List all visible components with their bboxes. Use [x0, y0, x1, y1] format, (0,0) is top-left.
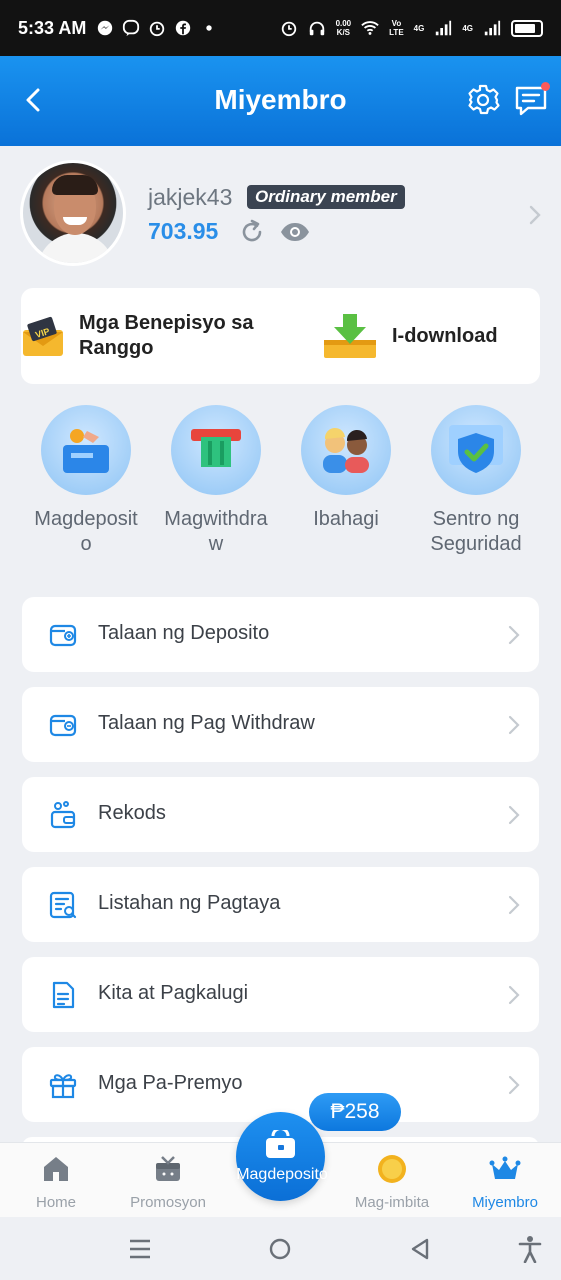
- deposit-icon: [41, 405, 131, 495]
- member-badge: Ordinary member: [247, 185, 405, 209]
- messenger-icon: [98, 20, 113, 36]
- tab-home[interactable]: Home: [1, 1143, 111, 1218]
- share-action[interactable]: Ibahagi: [286, 405, 406, 532]
- wifi-icon: [361, 21, 379, 35]
- signal-icon: [484, 20, 501, 36]
- vip-envelope-icon: VIP: [23, 316, 63, 356]
- accessibility-icon[interactable]: [518, 1235, 542, 1263]
- security-label: Sentro ng Seguridad: [430, 508, 522, 555]
- bet-list-row[interactable]: Listahan ng Pagtaya: [22, 867, 539, 942]
- tab-promotions[interactable]: Promosyon: [113, 1143, 223, 1218]
- withdraw-label: Magwithdraw: [164, 508, 268, 555]
- recent-apps-icon[interactable]: [128, 1238, 152, 1260]
- shortcut-card: VIP Mga Benepisyo sa Ranggo I-download: [21, 288, 540, 384]
- deposit-action[interactable]: Magdeposito: [26, 405, 146, 557]
- headphones-icon: [309, 21, 324, 36]
- avatar[interactable]: [20, 160, 126, 266]
- notification-dot: [541, 82, 550, 91]
- signal-icon: [436, 20, 452, 36]
- home-button-icon[interactable]: [268, 1237, 292, 1261]
- alarm-icon: [150, 21, 165, 37]
- records-row[interactable]: Rekods: [22, 777, 539, 852]
- system-nav-bar: [0, 1217, 561, 1280]
- profit-loss-row[interactable]: Kita at Pagkalugi: [22, 957, 539, 1032]
- dot-icon: [206, 25, 213, 31]
- share-label: Ibahagi: [313, 508, 379, 530]
- tab-invite[interactable]: Mag-imbita: [337, 1143, 447, 1218]
- chevron-right-icon: [508, 805, 520, 825]
- alarm-icon: [281, 21, 296, 37]
- withdraw-action[interactable]: Magwithdraw: [156, 405, 276, 557]
- gear-icon[interactable]: [466, 83, 500, 117]
- profit-loss-label: Kita at Pagkalugi: [98, 982, 249, 1004]
- tab-home-label: Home: [35, 1194, 76, 1211]
- rank-benefits-button[interactable]: VIP Mga Benepisyo sa Ranggo: [21, 311, 279, 361]
- tab-deposit-label[interactable]: Magdeposito: [230, 1166, 334, 1184]
- app-header: Miyembro: [0, 56, 561, 146]
- chevron-right-icon: [508, 985, 520, 1005]
- volte-indicator: Vo LTE: [389, 19, 404, 37]
- download-icon: [324, 314, 376, 358]
- records-icon: [50, 801, 76, 829]
- withdraw-icon: [171, 405, 261, 495]
- eye-icon[interactable]: [279, 220, 311, 244]
- username: jakjek43: [148, 184, 233, 210]
- signal-sim1: 4G: [413, 23, 425, 33]
- rewards-row[interactable]: Mga Pa-Premyo: [22, 1047, 539, 1122]
- signal-sim2: 4G: [462, 23, 473, 33]
- document-icon: [52, 981, 75, 1009]
- chevron-right-icon: [508, 625, 520, 645]
- refresh-icon[interactable]: [238, 218, 266, 246]
- download-label: I-download: [392, 324, 498, 347]
- chevron-right-icon: [508, 895, 520, 915]
- tab-invite-label: Mag-imbita: [354, 1194, 430, 1211]
- viber-icon: [123, 19, 140, 37]
- home-icon: [44, 1157, 68, 1181]
- balance-value: 703.95: [148, 218, 219, 244]
- chevron-right-icon: [508, 1075, 520, 1095]
- security-action[interactable]: Sentro ng Seguridad: [416, 405, 536, 557]
- chevron-right-icon[interactable]: [528, 204, 542, 226]
- records-label: Rekods: [98, 802, 166, 824]
- bonus-badge[interactable]: ₱258: [309, 1093, 401, 1131]
- tab-member-label: Miyembro: [472, 1194, 538, 1211]
- deposit-history-row[interactable]: Talaan ng Deposito: [22, 597, 539, 672]
- tab-promotions-label: Promosyon: [130, 1194, 206, 1211]
- deposit-label: Magdeposito: [34, 508, 138, 555]
- coin-icon: [378, 1155, 406, 1183]
- rank-benefits-label: Mga Benepisyo sa Ranggo: [79, 312, 254, 359]
- profile-section[interactable]: jakjek43 Ordinary member 703.95: [20, 160, 550, 270]
- download-button[interactable]: I-download: [322, 312, 498, 360]
- wallet-out-icon: [49, 714, 77, 737]
- back-button-icon[interactable]: [410, 1237, 430, 1261]
- deposit-fab[interactable]: [236, 1112, 325, 1201]
- deposit-history-label: Talaan ng Deposito: [98, 622, 270, 644]
- rewards-label: Mga Pa-Premyo: [98, 1072, 243, 1094]
- wallet-in-icon: [49, 624, 77, 647]
- bet-list-label: Listahan ng Pagtaya: [98, 892, 281, 914]
- net-speed: 0.00 K/S: [335, 19, 352, 37]
- facebook-icon: [176, 20, 191, 36]
- wallet-icon: [266, 1130, 295, 1158]
- gift-icon: [49, 1074, 77, 1099]
- shield-icon: [431, 405, 521, 495]
- crown-icon: [489, 1156, 521, 1179]
- promo-gift-icon: [156, 1156, 180, 1181]
- withdraw-history-row[interactable]: Talaan ng Pag Withdraw: [22, 687, 539, 762]
- battery-icon: [511, 19, 543, 37]
- chevron-right-icon: [508, 715, 520, 735]
- list-search-icon: [49, 891, 77, 919]
- status-bar: 5:33 AM 0.00 K/S Vo LTE 4G 4G: [0, 0, 561, 56]
- status-time: 5:33 AM: [18, 17, 87, 38]
- tab-member[interactable]: Miyembro: [450, 1143, 560, 1218]
- share-icon: [301, 405, 391, 495]
- withdraw-history-label: Talaan ng Pag Withdraw: [98, 712, 315, 734]
